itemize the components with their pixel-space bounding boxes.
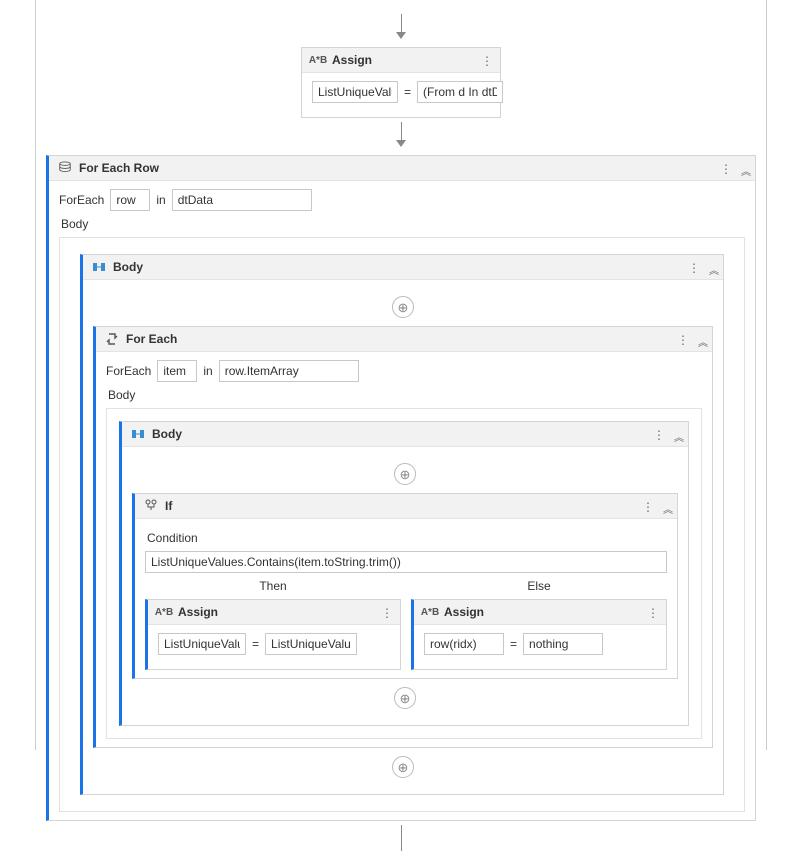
then-branch: Then A*B Assign ⋮	[145, 579, 401, 670]
sequence-icon	[91, 260, 107, 274]
sequence-icon	[130, 427, 146, 441]
database-icon	[57, 161, 73, 175]
collapse-icon[interactable]: ︽	[698, 334, 706, 349]
add-activity-button[interactable]: ⊕	[394, 687, 416, 709]
activity-title: If	[165, 499, 172, 513]
condition-label: Condition	[147, 531, 667, 545]
activity-title: Assign	[178, 605, 218, 619]
body-sequence-inner[interactable]: Body ⋮ ︽ ⊕	[119, 421, 689, 726]
flow-connector	[401, 825, 402, 851]
workflow-canvas: A*B Assign ⋮ = For Each Row ⋮ ︽ ForEach	[35, 0, 767, 750]
activity-header[interactable]: Body ⋮ ︽	[122, 422, 688, 447]
else-branch: Else A*B Assign ⋮	[411, 579, 667, 670]
add-activity-button[interactable]: ⊕	[392, 756, 414, 778]
assign-rhs-input[interactable]	[265, 633, 357, 655]
loop-icon	[104, 332, 120, 346]
activity-title: For Each Row	[79, 161, 159, 175]
activity-menu-icon[interactable]: ⋮	[677, 333, 688, 347]
activity-header[interactable]: A*B Assign ⋮	[148, 600, 400, 625]
activity-header[interactable]: A*B Assign ⋮	[302, 48, 500, 73]
activity-header[interactable]: Body ⋮ ︽	[83, 255, 723, 280]
if-activity[interactable]: If ⋮ ︽ Condition	[132, 493, 678, 679]
activity-menu-icon[interactable]: ⋮	[688, 261, 699, 275]
foreach-prefix-label: ForEach	[59, 193, 104, 207]
foreach-var-input[interactable]	[157, 360, 197, 382]
foreach-collection-input[interactable]	[172, 189, 312, 211]
activity-title: Assign	[444, 605, 484, 619]
assign-rhs-input[interactable]	[523, 633, 603, 655]
in-label: in	[203, 364, 212, 378]
assign-lhs-input[interactable]	[312, 81, 398, 103]
activity-title: Assign	[332, 53, 372, 67]
activity-menu-icon[interactable]: ⋮	[642, 500, 653, 514]
body-container: Body ⋮ ︽ ⊕	[106, 408, 702, 739]
activity-header[interactable]: If ⋮ ︽	[135, 494, 677, 519]
activity-header[interactable]: A*B Assign ⋮	[414, 600, 666, 625]
then-label: Then	[145, 579, 401, 593]
assign-icon: A*B	[310, 53, 326, 67]
equals-label: =	[252, 637, 259, 651]
body-section-label: Body	[108, 388, 702, 402]
collapse-icon[interactable]: ︽	[663, 501, 671, 516]
activity-header[interactable]: For Each Row ⋮ ︽	[49, 156, 755, 181]
assign-activity-top[interactable]: A*B Assign ⋮ =	[301, 47, 501, 118]
collapse-icon[interactable]: ︽	[674, 429, 682, 444]
assign-icon: A*B	[422, 605, 438, 619]
foreach-prefix-label: ForEach	[106, 364, 151, 378]
body-sequence-outer[interactable]: Body ⋮ ︽ ⊕ For Each	[80, 254, 724, 795]
for-each-row-activity[interactable]: For Each Row ⋮ ︽ ForEach in Body	[46, 155, 756, 821]
assign-lhs-input[interactable]	[424, 633, 504, 655]
body-container: Body ⋮ ︽ ⊕ For Each	[59, 237, 745, 812]
assign-lhs-input[interactable]	[158, 633, 246, 655]
assign-activity-then[interactable]: A*B Assign ⋮	[145, 599, 401, 670]
foreach-collection-input[interactable]	[219, 360, 359, 382]
activity-title: For Each	[126, 332, 177, 346]
equals-label: =	[404, 85, 411, 99]
activity-header[interactable]: For Each ⋮ ︽	[96, 327, 712, 352]
else-label: Else	[411, 579, 667, 593]
foreach-var-input[interactable]	[110, 189, 150, 211]
activity-title: Body	[152, 427, 182, 441]
collapse-icon[interactable]: ︽	[741, 163, 749, 178]
activity-menu-icon[interactable]: ⋮	[647, 606, 658, 620]
flow-arrow	[36, 14, 766, 39]
collapse-icon[interactable]: ︽	[709, 262, 717, 277]
body-section-label: Body	[61, 217, 745, 231]
for-each-activity[interactable]: For Each ⋮ ︽ ForEach in	[93, 326, 713, 748]
assign-rhs-input[interactable]	[417, 81, 503, 103]
activity-title: Body	[113, 260, 143, 274]
flow-arrow	[36, 122, 766, 147]
activity-menu-icon[interactable]: ⋮	[381, 606, 392, 620]
add-activity-button[interactable]: ⊕	[392, 296, 414, 318]
assign-icon: A*B	[156, 605, 172, 619]
condition-input[interactable]	[145, 551, 667, 573]
activity-menu-icon[interactable]: ⋮	[481, 54, 492, 68]
equals-label: =	[510, 637, 517, 651]
in-label: in	[156, 193, 165, 207]
activity-menu-icon[interactable]: ⋮	[720, 162, 731, 176]
if-icon	[143, 499, 159, 513]
activity-menu-icon[interactable]: ⋮	[653, 428, 664, 442]
assign-activity-else[interactable]: A*B Assign ⋮	[411, 599, 667, 670]
add-activity-button[interactable]: ⊕	[394, 463, 416, 485]
